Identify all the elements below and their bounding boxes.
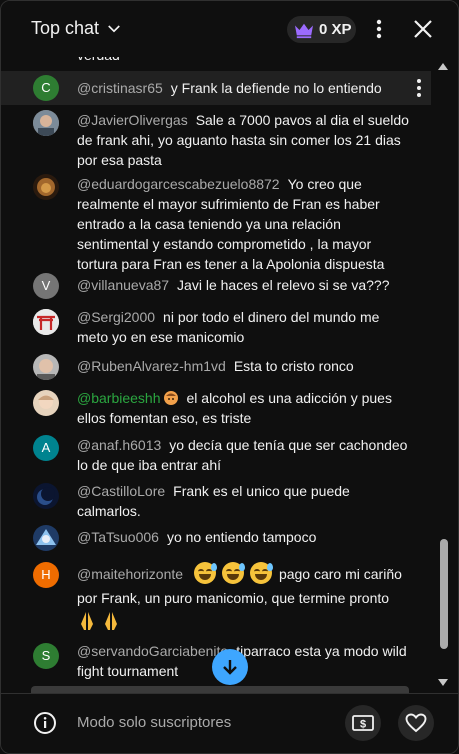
message-text: Esta to cristo ronco	[233, 358, 354, 374]
chat-header: Top chat 0 XP	[1, 1, 458, 57]
author-name[interactable]: @RubenAlvarez-hm1vd	[77, 358, 226, 374]
chat-message[interactable]: @RubenAlvarez-hm1vd Esta to cristo ronco	[1, 354, 431, 380]
chat-message[interactable]: A @anaf.h6013 yo decía que tenía que ser …	[1, 435, 431, 477]
avatar: H	[33, 562, 59, 588]
author-name[interactable]: @CastilloLore	[77, 483, 165, 499]
lion-photo-icon	[33, 174, 59, 200]
anime-photo-icon	[33, 525, 59, 551]
chat-message[interactable]: @CastilloLore Frank es el unico que puede…	[1, 481, 431, 523]
author-name[interactable]: @JavierOlivergas	[77, 112, 188, 128]
chat-message[interactable]: H @maitehorizonte pago caro mi cariño po…	[1, 560, 431, 632]
folded-hands-emoji-icon	[105, 612, 117, 630]
live-chat-panel: Top chat 0 XP verdad C @cristinasr65 y Fr…	[0, 0, 459, 754]
torii-icon	[33, 309, 59, 335]
subscribers-only-label: Modo solo suscriptores	[77, 714, 232, 731]
chat-message[interactable]: @Sergi2000 ni por todo el dinero del mund…	[1, 307, 431, 349]
author-name[interactable]: @TaTsuo006	[77, 529, 159, 545]
avatar: C	[33, 75, 59, 101]
info-icon[interactable]	[33, 711, 57, 735]
author-name[interactable]: @villanueva87	[77, 277, 169, 293]
chevron-down-icon	[108, 24, 120, 32]
author-name[interactable]: @servandoGarciabenito	[77, 643, 228, 659]
author-name[interactable]: @Sergi2000	[77, 309, 155, 325]
person-photo-icon	[33, 110, 59, 136]
author-name[interactable]: @barbieeshh	[77, 390, 161, 406]
crown-icon	[295, 23, 313, 38]
message-text: y Frank la defiende no lo entiendo	[170, 80, 382, 96]
jump-to-bottom-button[interactable]	[212, 649, 248, 685]
message-text: yo no entiendo tampoco	[166, 529, 317, 545]
moon-photo-icon	[33, 483, 59, 509]
author-name[interactable]: @maitehorizonte	[77, 566, 183, 582]
money-icon: $	[352, 715, 374, 731]
more-vertical-icon[interactable]	[369, 17, 389, 41]
chat-message[interactable]: @barbieeshh el alcohol es una adicción y …	[1, 388, 431, 430]
chat-message[interactable]: @JavierOlivergas Sale a 7000 pavos al dia…	[1, 110, 431, 170]
chat-mode-dropdown[interactable]: Top chat	[31, 18, 123, 39]
svg-text:$: $	[360, 719, 366, 731]
folded-hands-emoji-icon	[81, 612, 93, 630]
sweat-smile-emoji-icon	[222, 562, 246, 584]
message-text: Javi le haces el relevo si se va???	[177, 277, 390, 293]
chat-mode-label: Top chat	[31, 18, 100, 38]
avatar: S	[33, 643, 59, 669]
scrollbar-thumb[interactable]	[440, 539, 448, 649]
super-chat-button[interactable]: $	[345, 705, 381, 741]
face-photo-icon	[33, 354, 59, 380]
more-vertical-icon[interactable]	[411, 77, 427, 99]
chat-message[interactable]: @eduardogarcescabezuelo8872 Yo creo que r…	[1, 174, 431, 272]
scroll-up-arrow[interactable]	[438, 63, 448, 70]
avatar: A	[33, 435, 59, 461]
author-name[interactable]: @eduardogarcescabezuelo8872	[77, 176, 280, 192]
heart-icon	[405, 713, 427, 733]
chat-message[interactable]: C @cristinasr65 y Frank la defiende no lo…	[1, 71, 431, 105]
close-icon[interactable]	[411, 17, 435, 41]
author-name[interactable]: @cristinasr65	[77, 80, 163, 96]
arrow-down-icon	[223, 660, 237, 675]
member-badge-icon	[163, 391, 178, 405]
sweat-smile-emoji-icon	[194, 562, 218, 584]
avatar: V	[33, 273, 59, 299]
author-name[interactable]: @anaf.h6013	[77, 437, 161, 453]
sweat-smile-emoji-icon	[250, 562, 274, 584]
xp-label: 0 XP	[319, 21, 352, 38]
react-heart-button[interactable]	[398, 705, 434, 741]
scroll-down-arrow[interactable]	[438, 679, 448, 686]
message-text: pronto	[349, 590, 390, 606]
message-text-cutoff: verdad	[77, 57, 120, 63]
chat-message[interactable]: @TaTsuo006 yo no entiendo tampoco	[1, 525, 431, 551]
chat-message[interactable]: V @villanueva87 Javi le haces el relevo s…	[1, 273, 431, 299]
portrait-photo-icon	[33, 390, 59, 416]
chat-message-list: verdad C @cristinasr65 y Frank la defiend…	[1, 57, 458, 693]
chat-footer: Modo solo suscriptores $	[1, 693, 458, 753]
xp-badge-button[interactable]: 0 XP	[287, 16, 356, 43]
